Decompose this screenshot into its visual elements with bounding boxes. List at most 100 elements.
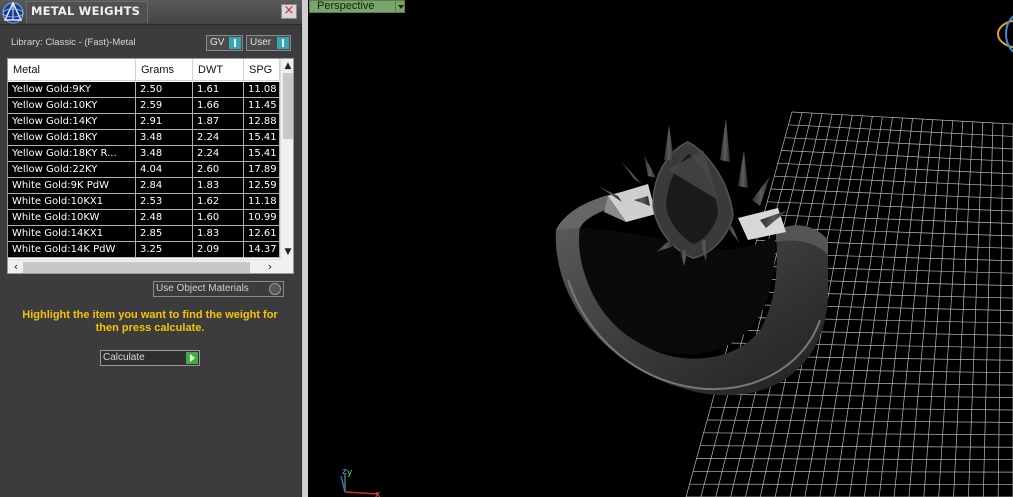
use-object-materials-label: Use Object Materials — [156, 283, 249, 294]
table-cell-grams: 3.25 — [136, 242, 193, 258]
dropdown-arrow-icon — [229, 37, 241, 49]
viewport-scene[interactable]: y z x — [308, 0, 1013, 497]
table-cell-metal: White Gold:14KX1 — [8, 226, 136, 242]
table-cell-metal: Yellow Gold:18KY R... — [8, 146, 136, 162]
radio-icon[interactable] — [269, 283, 281, 295]
table-cell-spg: 12.59 — [244, 178, 280, 194]
viewport-label-text: Perspective — [317, 0, 375, 12]
table-header: Metal Grams DWT SPG — [8, 59, 280, 81]
axis-x-label: x — [375, 490, 381, 497]
table-row[interactable]: Yellow Gold:9KY 2.50 1.61 11.08 — [8, 82, 280, 98]
scrollbar-corner — [280, 259, 293, 273]
scroll-down-icon[interactable]: ▼ — [283, 247, 293, 257]
column-header-spg[interactable]: SPG — [244, 59, 280, 81]
table-cell-dwt: 2.24 — [193, 130, 244, 146]
panel-title-tab: METAL WEIGHTS — [26, 1, 148, 23]
table-row[interactable]: White Gold:14K PdW 3.25 2.09 14.37 — [8, 242, 280, 258]
table-cell-grams: 2.85 — [136, 226, 193, 242]
table-cell-grams: 3.48 — [136, 146, 193, 162]
table-row[interactable]: Yellow Gold:18KY 3.48 2.24 15.41 — [8, 130, 280, 146]
calculate-button[interactable]: Calculate — [100, 350, 200, 366]
table-row[interactable]: White Gold:14KX1 2.85 1.83 12.61 — [8, 226, 280, 242]
metal-weights-panel: METAL WEIGHTS × Library: Classic - (Fast… — [0, 0, 302, 497]
table-cell-spg: 11.18 — [244, 194, 280, 210]
table-cell-spg: 15.41 — [244, 146, 280, 162]
column-header-metal[interactable]: Metal — [8, 59, 136, 81]
axis-z-label: z — [342, 467, 347, 477]
panel-title: METAL WEIGHTS — [31, 4, 141, 18]
table-cell-dwt: 1.60 — [193, 210, 244, 226]
table-row[interactable]: Yellow Gold:18KY R... 3.48 2.24 15.41 — [8, 146, 280, 162]
axis-y-label: y — [347, 468, 353, 478]
user-dropdown-label: User — [250, 37, 272, 48]
user-dropdown[interactable]: User — [246, 35, 291, 51]
table-cell-dwt: 2.09 — [193, 242, 244, 258]
table-cell-spg: 17.89 — [244, 162, 280, 178]
table-cell-dwt: 1.87 — [193, 114, 244, 130]
horizontal-scrollbar[interactable]: ‹ › — [8, 259, 293, 273]
table-cell-grams: 2.48 — [136, 210, 193, 226]
table-row[interactable]: White Gold:9K PdW 2.84 1.83 12.59 — [8, 178, 280, 194]
library-label: Library: Classic - (Fast)-Metal — [11, 37, 136, 48]
scroll-right-icon[interactable]: › — [264, 261, 276, 273]
gv-dropdown-label: GV — [210, 37, 225, 48]
table-cell-spg: 15.41 — [244, 130, 280, 146]
viewport-menu-chevron-icon[interactable] — [395, 0, 405, 13]
table-cell-metal: Yellow Gold:9KY — [8, 82, 136, 98]
app-logo-icon — [2, 1, 24, 24]
table-cell-spg: 12.88 — [244, 114, 280, 130]
table-cell-grams: 2.50 — [136, 82, 193, 98]
table-cell-grams: 2.91 — [136, 114, 193, 130]
table-cell-spg: 11.08 — [244, 82, 280, 98]
table-cell-metal: White Gold:10KW — [8, 210, 136, 226]
table-cell-grams: 3.48 — [136, 130, 193, 146]
table-row[interactable]: Yellow Gold:22KY 4.04 2.60 17.89 — [8, 162, 280, 178]
table-cell-metal: White Gold:10KX1 — [8, 194, 136, 210]
play-arrow-icon — [186, 352, 198, 364]
ring-model[interactable] — [555, 118, 828, 396]
axis-tripod-icon: y z x — [340, 467, 381, 497]
use-object-materials-toggle[interactable]: Use Object Materials — [153, 281, 284, 297]
metal-weights-table: Metal Grams DWT SPG Yellow Gold:9KY 2.50 1… — [7, 58, 294, 274]
table-cell-metal: White Gold:9K PdW — [8, 178, 136, 194]
scroll-left-icon[interactable]: ‹ — [10, 261, 22, 273]
table-cell-dwt: 1.83 — [193, 226, 244, 242]
table-cell-grams: 2.53 — [136, 194, 193, 210]
navigation-gizmo-icon[interactable] — [997, 14, 1013, 54]
table-cell-grams: 4.04 — [136, 162, 193, 178]
table-cell-metal: Yellow Gold:10KY — [8, 98, 136, 114]
table-cell-spg: 10.99 — [244, 210, 280, 226]
table-cell-spg: 12.61 — [244, 226, 280, 242]
scroll-up-icon[interactable]: ▲ — [283, 61, 293, 71]
vertical-scroll-thumb[interactable] — [283, 73, 293, 139]
table-cell-spg: 11.45 — [244, 98, 280, 114]
table-cell-dwt: 2.24 — [193, 146, 244, 162]
column-header-grams[interactable]: Grams — [136, 59, 193, 81]
vertical-scrollbar[interactable]: ▲ ▼ — [280, 59, 293, 259]
close-button[interactable]: × — [281, 4, 297, 19]
table-row[interactable]: Yellow Gold:14KY 2.91 1.87 12.88 — [8, 114, 280, 130]
table-cell-dwt: 1.62 — [193, 194, 244, 210]
table-row[interactable]: Yellow Gold:10KY 2.59 1.66 11.45 — [8, 98, 280, 114]
table-cell-metal: Yellow Gold:14KY — [8, 114, 136, 130]
table-cell-dwt: 1.83 — [193, 178, 244, 194]
table-cell-dwt: 1.66 — [193, 98, 244, 114]
table-cell-grams: 2.59 — [136, 98, 193, 114]
panel-titlebar: METAL WEIGHTS × — [0, 0, 302, 25]
table-cell-grams: 2.84 — [136, 178, 193, 194]
table-cell-metal: Yellow Gold:18KY — [8, 130, 136, 146]
horizontal-scroll-thumb[interactable] — [23, 262, 250, 273]
gv-dropdown[interactable]: GV — [206, 35, 243, 51]
instruction-text: Highlight the item you want to find the … — [22, 309, 278, 334]
perspective-viewport[interactable]: y z x Perspective — [308, 0, 1013, 497]
dropdown-arrow-icon — [277, 37, 289, 49]
table-row[interactable]: White Gold:10KX1 2.53 1.62 11.18 — [8, 194, 280, 210]
calculate-label: Calculate — [103, 352, 145, 363]
table-cell-spg: 14.37 — [244, 242, 280, 258]
viewport-label-perspective[interactable]: Perspective — [309, 0, 405, 13]
table-cell-metal: Yellow Gold:22KY — [8, 162, 136, 178]
table-cell-dwt: 2.60 — [193, 162, 244, 178]
column-header-dwt[interactable]: DWT — [193, 59, 244, 81]
table-row[interactable]: White Gold:10KW 2.48 1.60 10.99 — [8, 210, 280, 226]
table-cell-dwt: 1.61 — [193, 82, 244, 98]
